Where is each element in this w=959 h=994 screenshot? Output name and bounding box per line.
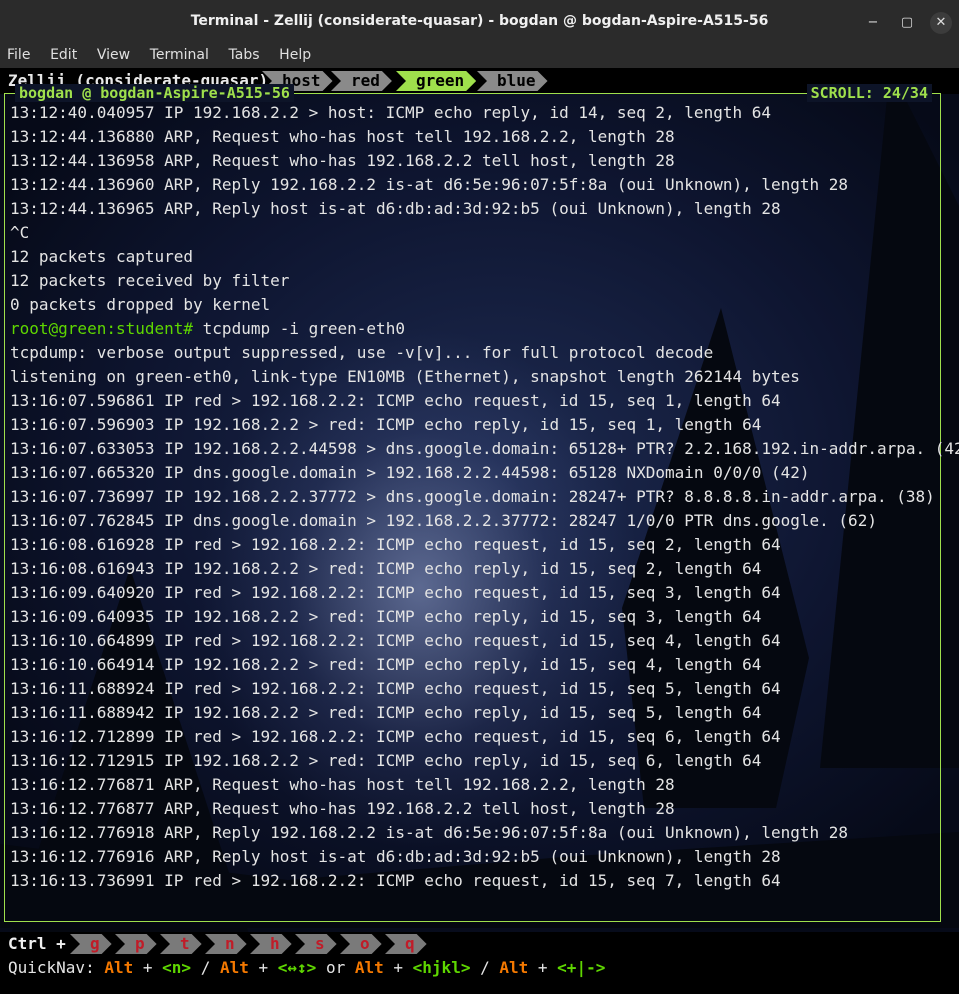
key-t[interactable]: t bbox=[160, 934, 202, 954]
output-line: 13:16:11.688924 IP red > 192.168.2.2: IC… bbox=[10, 679, 781, 698]
prompt-line: root@green:student# tcpdump -i green-eth… bbox=[10, 317, 959, 341]
alt-key: Alt bbox=[354, 958, 384, 977]
output-line: 13:16:12.776871 ARP, Request who-has hos… bbox=[10, 775, 675, 794]
output-line: 13:16:09.640935 IP 192.168.2.2 > red: IC… bbox=[10, 607, 762, 626]
slash: / bbox=[191, 958, 220, 977]
output-line: 13:16:08.616943 IP 192.168.2.2 > red: IC… bbox=[10, 559, 762, 578]
key-g[interactable]: g bbox=[70, 934, 112, 954]
output-line: 13:16:12.776916 ARP, Reply host is-at d6… bbox=[10, 847, 781, 866]
tab-blue[interactable]: blue bbox=[477, 71, 548, 91]
tab-red[interactable]: red bbox=[331, 71, 392, 91]
output-line: 13:12:40.040957 IP 192.168.2.2 > host: I… bbox=[10, 103, 771, 122]
terminal-output: 13:12:40.040957 IP 192.168.2.2 > host: I… bbox=[10, 101, 959, 893]
pane-title: bogdan @ bogdan-Aspire-A515-56 bbox=[15, 84, 294, 102]
output-line: 13:16:07.736997 IP 192.168.2.2.37772 > d… bbox=[10, 487, 935, 506]
menu-tabs[interactable]: Tabs bbox=[229, 47, 260, 63]
shell-command: tcpdump -i green-eth0 bbox=[193, 319, 405, 338]
output-line: 12 packets received by filter bbox=[10, 271, 290, 290]
output-line: 12 packets captured bbox=[10, 247, 194, 266]
output-line: 13:16:07.633053 IP 192.168.2.2.44598 > d… bbox=[10, 439, 959, 458]
plus: + bbox=[528, 958, 558, 977]
new-pane-key: <n> bbox=[162, 958, 192, 977]
output-line: ^C bbox=[10, 223, 30, 242]
key-p[interactable]: p bbox=[115, 934, 157, 954]
output-line: 13:16:12.712915 IP 192.168.2.2 > red: IC… bbox=[10, 751, 762, 770]
output-line: 13:12:44.136880 ARP, Request who-has hos… bbox=[10, 127, 675, 146]
pane-frame: bogdan @ bogdan-Aspire-A515-56 SCROLL: 2… bbox=[4, 84, 959, 922]
output-line: 13:16:12.712899 IP red > 192.168.2.2: IC… bbox=[10, 727, 781, 746]
plus: + bbox=[383, 958, 413, 977]
output-line: 13:16:09.640920 IP red > 192.168.2.2: IC… bbox=[10, 583, 781, 602]
alt-key: Alt bbox=[104, 958, 134, 977]
resize-keys: <+|-> bbox=[557, 958, 606, 977]
key-h[interactable]: h bbox=[250, 934, 292, 954]
output-line: 13:16:10.664899 IP red > 192.168.2.2: IC… bbox=[10, 631, 781, 650]
alt-key: Alt bbox=[219, 958, 249, 977]
arrow-keys: <↔↕> bbox=[277, 958, 317, 977]
key-s[interactable]: s bbox=[295, 934, 337, 954]
window-title: Terminal - Zellij (considerate-quasar) -… bbox=[190, 13, 769, 29]
quicknav-label: QuickNav: bbox=[8, 958, 95, 977]
output-line: 13:12:44.136958 ARP, Request who-has 192… bbox=[10, 151, 675, 170]
output-line: tcpdump: verbose output suppressed, use … bbox=[10, 343, 714, 362]
status-bar-keys: Ctrl + g p t n h s o q bbox=[0, 932, 959, 956]
status-bar-quicknav: QuickNav: Alt + <n> / Alt + <↔↕> or Alt … bbox=[0, 956, 959, 994]
output-line: 13:16:12.776877 ARP, Request who-has 192… bbox=[10, 799, 675, 818]
plus: + bbox=[133, 958, 163, 977]
maximize-button[interactable]: ▢ bbox=[896, 12, 918, 34]
output-line: 13:16:07.596861 IP red > 192.168.2.2: IC… bbox=[10, 391, 781, 410]
key-n[interactable]: n bbox=[205, 934, 247, 954]
menu-terminal[interactable]: Terminal bbox=[150, 47, 209, 63]
output-line: 13:16:07.665320 IP dns.google.domain > 1… bbox=[10, 463, 810, 482]
or-text: or bbox=[316, 958, 355, 977]
output-line: 13:16:10.664914 IP 192.168.2.2 > red: IC… bbox=[10, 655, 762, 674]
tab-green[interactable]: green bbox=[396, 71, 476, 91]
output-line: 13:16:11.688942 IP 192.168.2.2 > red: IC… bbox=[10, 703, 762, 722]
output-line: 13:16:08.616928 IP red > 192.168.2.2: IC… bbox=[10, 535, 781, 554]
hjkl-keys: <hjkl> bbox=[412, 958, 471, 977]
plus: + bbox=[248, 958, 278, 977]
output-line: 13:16:07.596903 IP 192.168.2.2 > red: IC… bbox=[10, 415, 762, 434]
menu-help[interactable]: Help bbox=[279, 47, 311, 63]
quicknav-hint: QuickNav: Alt + <n> / Alt + <↔↕> or Alt … bbox=[8, 957, 605, 979]
menubar: File Edit View Terminal Tabs Help bbox=[0, 44, 959, 68]
output-line: 13:16:13.736991 IP red > 192.168.2.2: IC… bbox=[10, 871, 781, 890]
shell-prompt: root@green:student# bbox=[10, 319, 194, 338]
output-line: 0 packets dropped by kernel bbox=[10, 295, 271, 314]
menu-view[interactable]: View bbox=[97, 47, 130, 63]
window-titlebar: Terminal - Zellij (considerate-quasar) -… bbox=[0, 0, 959, 44]
key-q[interactable]: q bbox=[385, 934, 427, 954]
terminal-area[interactable]: Zellij (considerate-quasar) host red gre… bbox=[0, 68, 959, 994]
alt-key: Alt bbox=[499, 958, 529, 977]
minimize-button[interactable]: − bbox=[862, 12, 884, 34]
key-o[interactable]: o bbox=[340, 934, 382, 954]
close-button[interactable]: ✕ bbox=[930, 12, 952, 34]
output-line: listening on green-eth0, link-type EN10M… bbox=[10, 367, 800, 386]
output-line: 13:16:07.762845 IP dns.google.domain > 1… bbox=[10, 511, 877, 530]
output-line: 13:12:44.136965 ARP, Reply host is-at d6… bbox=[10, 199, 781, 218]
menu-file[interactable]: File bbox=[7, 47, 30, 63]
scroll-indicator: SCROLL: 24/34 bbox=[806, 84, 932, 102]
ctrl-label: Ctrl + bbox=[8, 934, 66, 953]
output-line: 13:16:12.776918 ARP, Reply 192.168.2.2 i… bbox=[10, 823, 849, 842]
output-line: 13:12:44.136960 ARP, Reply 192.168.2.2 i… bbox=[10, 175, 849, 194]
menu-edit[interactable]: Edit bbox=[50, 47, 77, 63]
slash: / bbox=[470, 958, 500, 977]
